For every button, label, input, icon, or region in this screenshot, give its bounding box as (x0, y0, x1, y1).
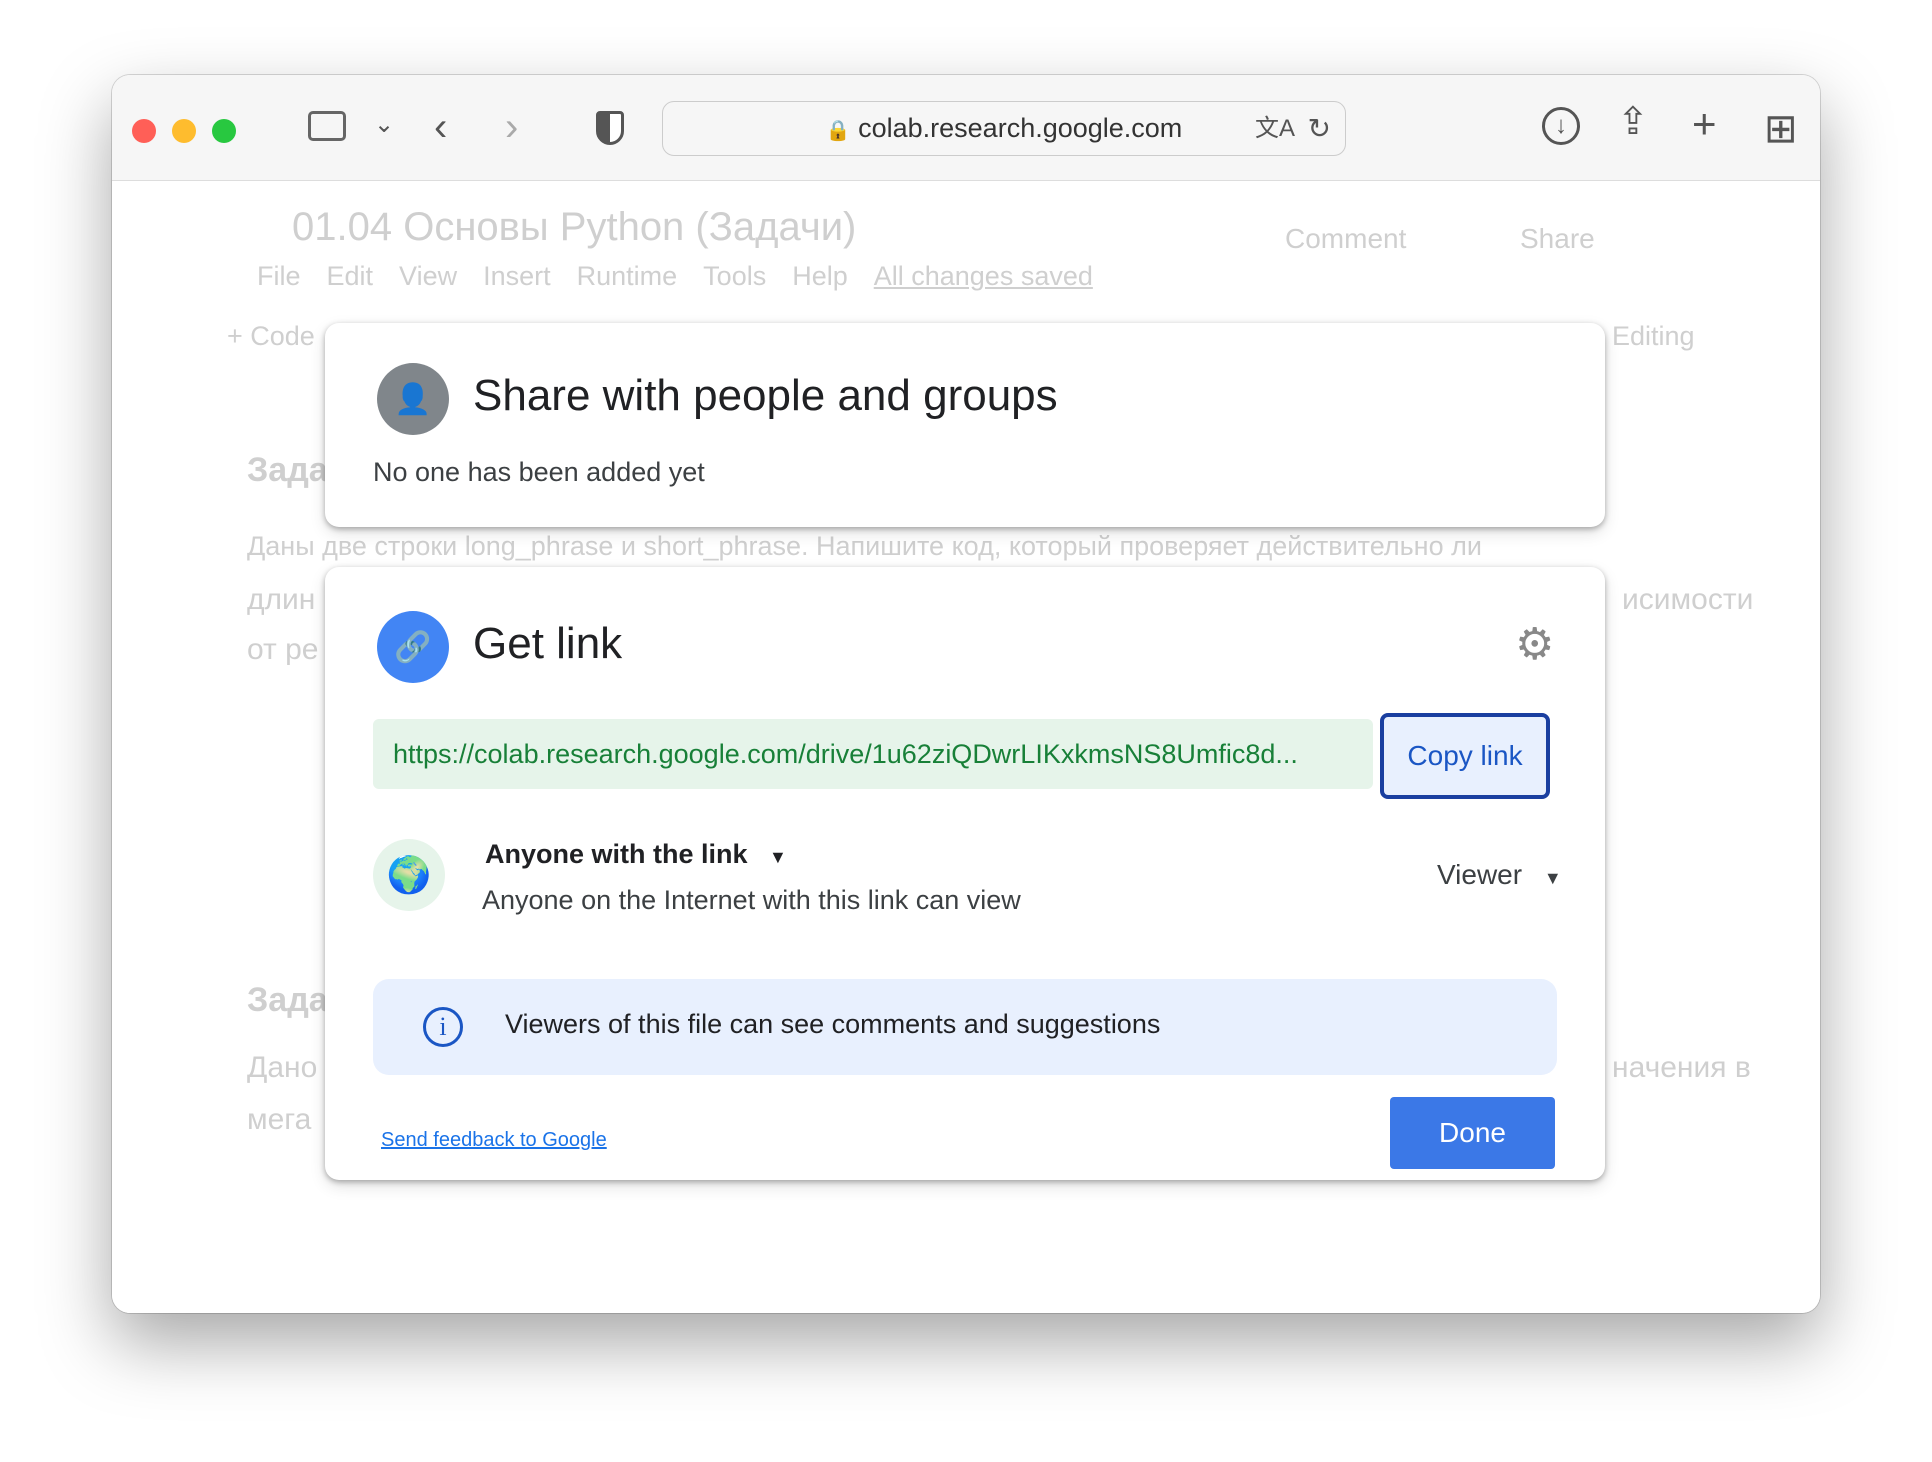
tab-overview-icon[interactable]: ⊞ (1764, 109, 1798, 149)
zoom-window-button[interactable] (212, 119, 236, 143)
task-text: Даны две строки long_phrase и short_phra… (247, 531, 1482, 561)
done-button[interactable]: Done (1390, 1097, 1555, 1169)
back-icon[interactable]: ‹ (434, 107, 447, 147)
get-link-card: 🔗 Get link ⚙ https://colab.research.goog… (325, 567, 1605, 1180)
privacy-shield-icon[interactable] (596, 111, 624, 145)
save-status[interactable]: All changes saved (874, 261, 1093, 292)
minimize-window-button[interactable] (172, 119, 196, 143)
menu-view[interactable]: View (399, 261, 457, 292)
url-text: colab.research.google.com (858, 113, 1183, 143)
browser-toolbar: ⌄ ‹ › 🔒 colab.research.google.com 文A ↻ ↓… (112, 75, 1820, 181)
share-icon[interactable]: ⇪ (1617, 103, 1649, 141)
menu-bar: File Edit View Insert Runtime Tools Help All ch… (257, 261, 1093, 292)
caret-down-icon: ▼ (1543, 868, 1562, 888)
new-tab-icon[interactable]: + (1692, 103, 1717, 145)
menu-help[interactable]: Help (792, 261, 848, 292)
send-feedback-link[interactable]: Send feedback to Google (381, 1129, 607, 1152)
task-heading: Зада (247, 451, 328, 489)
task-text: длин (247, 583, 316, 616)
share-subtitle: No one has been added yet (373, 457, 705, 487)
editing-label[interactable]: Editing (1612, 321, 1695, 352)
share-button[interactable]: Share (1520, 223, 1595, 255)
address-bar[interactable]: 🔒 colab.research.google.com 文A ↻ (662, 101, 1346, 156)
info-icon: i (423, 1007, 463, 1047)
link-icon: 🔗 (377, 611, 449, 683)
sidebar-toggle-icon[interactable] (308, 111, 346, 141)
info-text: Viewers of this file can see comments an… (505, 1009, 1161, 1039)
close-window-button[interactable] (132, 119, 156, 143)
downloads-icon[interactable]: ↓ (1542, 107, 1580, 145)
forward-icon[interactable]: › (505, 107, 518, 147)
link-url-field[interactable]: https://colab.research.google.com/drive/… (373, 719, 1373, 789)
get-link-title: Get link (473, 619, 623, 668)
menu-tools[interactable]: Tools (703, 261, 766, 292)
task-text: мега (247, 1103, 312, 1136)
share-title: Share with people and groups (473, 371, 1058, 420)
notebook-title[interactable]: 01.04 Основы Python (Задачи) (292, 205, 856, 250)
browser-window: ⌄ ‹ › 🔒 colab.research.google.com 文A ↻ ↓… (112, 75, 1820, 1313)
task-heading: Зада (247, 981, 328, 1019)
add-code-button[interactable]: + Code (227, 321, 315, 352)
caret-down-icon: ▼ (769, 847, 787, 867)
role-dropdown[interactable]: Viewer ▼ (1437, 859, 1562, 891)
task-text: от ре (247, 633, 319, 666)
add-person-icon: 👤 (377, 363, 449, 435)
copy-link-button[interactable]: Copy link (1380, 713, 1550, 799)
task-text: Дано (247, 1051, 318, 1084)
share-people-card: 👤 Share with people and groups No one ha… (325, 323, 1605, 527)
task-text: исимости (1622, 583, 1754, 616)
menu-file[interactable]: File (257, 261, 301, 292)
chevron-down-icon[interactable]: ⌄ (374, 113, 394, 137)
task-text: начения в (1612, 1051, 1751, 1084)
menu-runtime[interactable]: Runtime (577, 261, 678, 292)
reload-icon[interactable]: ↻ (1308, 102, 1331, 155)
access-description: Anyone on the Internet with this link ca… (482, 885, 1021, 915)
lock-icon: 🔒 (825, 120, 851, 142)
menu-edit[interactable]: Edit (327, 261, 374, 292)
globe-icon: 🌍 (373, 839, 445, 911)
comment-button[interactable]: Comment (1285, 223, 1406, 255)
info-banner: i Viewers of this file can see comments … (373, 979, 1557, 1075)
menu-insert[interactable]: Insert (483, 261, 551, 292)
access-dropdown[interactable]: Anyone with the link ▼ (485, 839, 787, 870)
translate-icon[interactable]: 文A (1255, 102, 1295, 155)
settings-gear-icon[interactable]: ⚙ (1515, 623, 1554, 667)
